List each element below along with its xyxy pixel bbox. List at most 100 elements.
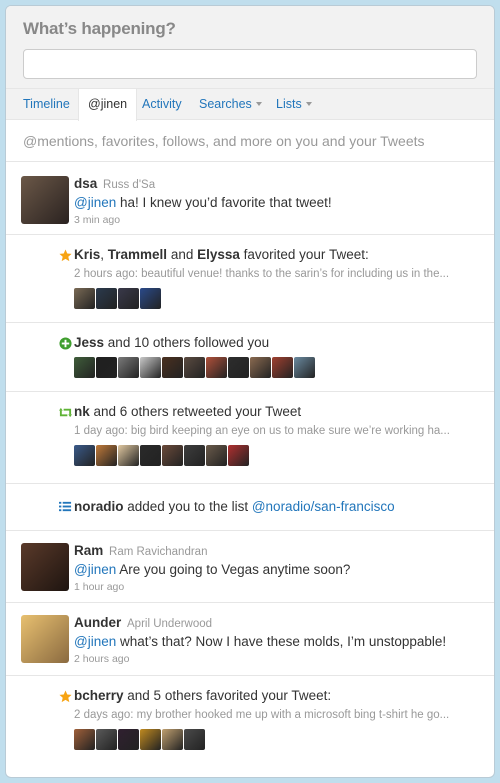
full-name: Russ d'Sa xyxy=(103,179,156,191)
tab-lists-label: Lists xyxy=(276,97,302,111)
user-name[interactable]: nk xyxy=(74,404,90,419)
user-name[interactable]: Elyssa xyxy=(197,247,240,262)
activity-action: added you to the list xyxy=(123,499,252,514)
mention-link[interactable]: @jinen xyxy=(74,195,116,210)
tweet-text: @jinen what’s that? Now I have these mol… xyxy=(74,634,446,649)
user-thumbnail[interactable] xyxy=(162,445,183,466)
activity-action: favorited your Tweet: xyxy=(239,247,369,262)
user-name[interactable]: Trammell xyxy=(108,247,167,262)
tab-searches[interactable]: Searches xyxy=(199,89,262,120)
timestamp[interactable]: 3 min ago xyxy=(74,214,120,226)
activity-item[interactable]: Jess and 10 others followed you xyxy=(6,323,494,392)
screen-name[interactable]: Aunder xyxy=(74,615,121,630)
activity-action: and 6 others retweeted your Tweet xyxy=(89,404,302,419)
tweet-excerpt[interactable]: 2 days ago: my brother hooked me up with… xyxy=(74,709,479,721)
composer-title: What’s happening? xyxy=(23,19,176,38)
user-thumbnail[interactable] xyxy=(96,445,117,466)
user-name[interactable]: Kris xyxy=(74,247,100,262)
avatar-strip xyxy=(74,445,249,467)
user-name[interactable]: noradio xyxy=(74,499,124,514)
user-name[interactable]: Jess xyxy=(74,335,104,350)
avatar-strip xyxy=(74,729,205,751)
chevron-down-icon xyxy=(305,102,312,106)
timestamp[interactable]: 2 hours ago xyxy=(74,653,129,665)
user-thumbnail[interactable] xyxy=(118,357,139,378)
tweet-input[interactable] xyxy=(23,49,477,79)
user-thumbnail[interactable] xyxy=(118,729,139,750)
user-thumbnail[interactable] xyxy=(96,729,117,750)
activity-action: and 5 others favorited your Tweet: xyxy=(123,688,332,703)
tweet-body: Are you going to Vegas anytime soon? xyxy=(116,562,351,577)
tweet-text: @jinen ha! I knew you’d favorite that tw… xyxy=(74,195,332,210)
user-thumbnail[interactable] xyxy=(250,357,271,378)
user-thumbnail[interactable] xyxy=(184,357,205,378)
tab-searches-label: Searches xyxy=(199,97,252,111)
tab-activity[interactable]: Activity xyxy=(142,89,182,120)
user-thumbnail[interactable] xyxy=(206,357,227,378)
user-thumbnail[interactable] xyxy=(162,357,183,378)
tweet-body: what’s that? Now I have these molds, I’m… xyxy=(116,634,447,649)
separator: , xyxy=(100,247,108,262)
tweet-text: @jinen Are you going to Vegas anytime so… xyxy=(74,562,350,577)
activity-summary: nk and 6 others retweeted your Tweet xyxy=(74,404,301,419)
avatar[interactable] xyxy=(21,176,69,224)
user-thumbnail[interactable] xyxy=(206,445,227,466)
user-name[interactable]: bcherry xyxy=(74,688,124,703)
list-icon xyxy=(59,501,72,512)
tab-timeline[interactable]: Timeline xyxy=(23,89,70,120)
mention-link[interactable]: @jinen xyxy=(74,562,116,577)
user-thumbnail[interactable] xyxy=(140,288,161,309)
user-thumbnail[interactable] xyxy=(74,445,95,466)
user-thumbnail[interactable] xyxy=(184,445,205,466)
activity-item[interactable]: noradio added you to the list @noradio/s… xyxy=(6,484,494,531)
activity-summary: Kris, Trammell and Elyssa favorited your… xyxy=(74,247,369,262)
tweet-author: Ram Ram Ravichandran xyxy=(74,543,207,558)
list-link[interactable]: @noradio/san-francisco xyxy=(252,499,395,514)
avatar-strip xyxy=(74,357,315,379)
screen-name[interactable]: dsa xyxy=(74,176,97,191)
activity-item[interactable]: bcherry and 5 others favorited your Twee… xyxy=(6,676,494,777)
tweet-excerpt[interactable]: 2 hours ago: beautiful venue! thanks to … xyxy=(74,268,479,280)
full-name: Ram Ravichandran xyxy=(109,546,208,558)
screen-name[interactable]: Ram xyxy=(74,543,103,558)
activity-panel: What’s happening? Timeline @jinen Activi… xyxy=(5,5,495,778)
user-thumbnail[interactable] xyxy=(74,729,95,750)
user-thumbnail[interactable] xyxy=(162,729,183,750)
user-thumbnail[interactable] xyxy=(228,445,249,466)
avatar[interactable] xyxy=(21,543,69,591)
user-thumbnail[interactable] xyxy=(118,288,139,309)
mention-link[interactable]: @jinen xyxy=(74,634,116,649)
user-thumbnail[interactable] xyxy=(140,729,161,750)
user-thumbnail[interactable] xyxy=(228,357,249,378)
user-thumbnail[interactable] xyxy=(272,357,293,378)
mention-item[interactable]: dsa Russ d'Sa @jinen ha! I knew you’d fa… xyxy=(6,164,494,235)
chevron-down-icon xyxy=(255,102,262,106)
user-thumbnail[interactable] xyxy=(140,445,161,466)
user-thumbnail[interactable] xyxy=(96,288,117,309)
mention-item[interactable]: Ram Ram Ravichandran @jinen Are you goin… xyxy=(6,531,494,603)
tweet-author: Aunder April Underwood xyxy=(74,615,212,630)
tweet-excerpt[interactable]: 1 day ago: big bird keeping an eye on us… xyxy=(74,425,479,437)
activity-item[interactable]: nk and 6 others retweeted your Tweet 1 d… xyxy=(6,392,494,484)
tab-lists[interactable]: Lists xyxy=(276,89,312,120)
activity-action: and 10 others followed you xyxy=(104,335,270,350)
user-thumbnail[interactable] xyxy=(184,729,205,750)
activity-item[interactable]: Kris, Trammell and Elyssa favorited your… xyxy=(6,235,494,323)
user-thumbnail[interactable] xyxy=(74,288,95,309)
timestamp[interactable]: 1 hour ago xyxy=(74,581,124,593)
star-icon xyxy=(59,249,72,262)
activity-summary: Jess and 10 others followed you xyxy=(74,335,269,350)
mention-item[interactable]: Aunder April Underwood @jinen what’s tha… xyxy=(6,603,494,676)
tab-mentions[interactable]: @jinen xyxy=(78,89,138,121)
user-thumbnail[interactable] xyxy=(74,357,95,378)
user-thumbnail[interactable] xyxy=(118,445,139,466)
tab-bar: Timeline @jinen Activity Searches Lists xyxy=(6,89,494,121)
tweet-author: dsa Russ d'Sa xyxy=(74,176,155,191)
tweet-body: ha! I knew you’d favorite that tweet! xyxy=(116,195,332,210)
user-thumbnail[interactable] xyxy=(140,357,161,378)
star-icon xyxy=(59,690,72,703)
user-thumbnail[interactable] xyxy=(294,357,315,378)
avatar[interactable] xyxy=(21,615,69,663)
user-thumbnail[interactable] xyxy=(96,357,117,378)
full-name: April Underwood xyxy=(127,618,213,630)
